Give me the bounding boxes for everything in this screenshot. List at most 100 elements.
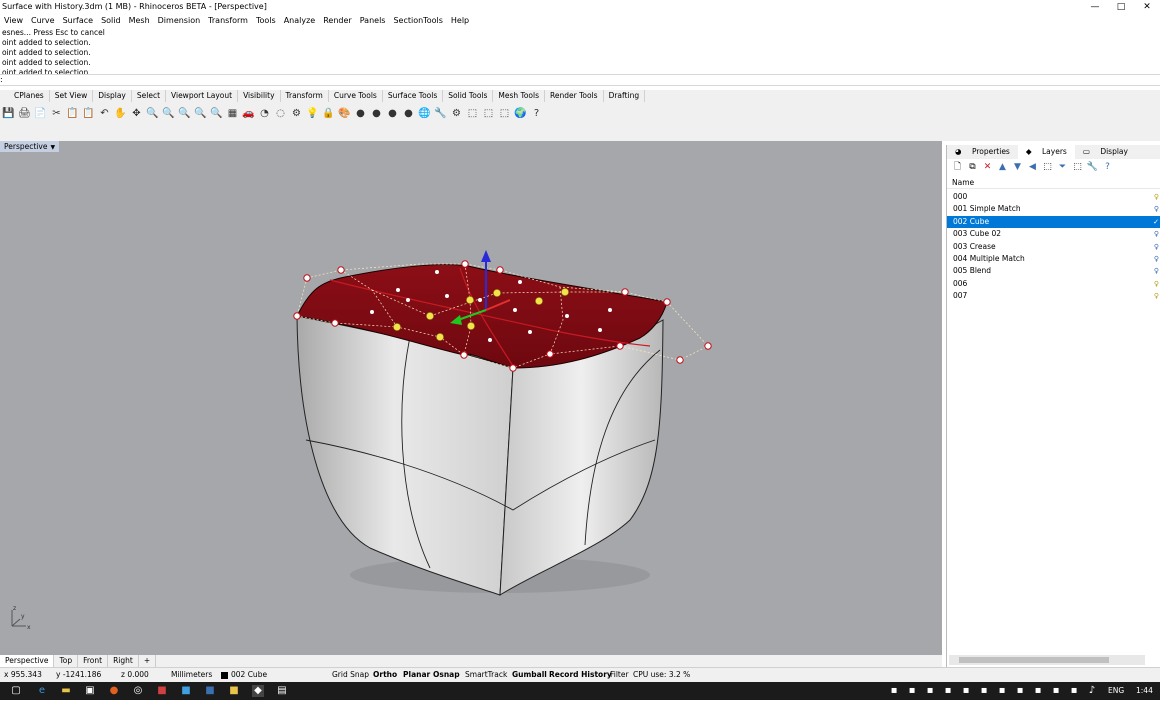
ghosted-icon[interactable]: ● bbox=[402, 107, 415, 120]
app-icon[interactable]: ■ bbox=[204, 685, 216, 697]
tray-icon[interactable]: ▪ bbox=[924, 685, 936, 697]
input-language[interactable]: ENG bbox=[1108, 682, 1124, 700]
add-viewport-icon[interactable]: + bbox=[139, 655, 157, 667]
layer-row[interactable]: 007 ♀ bbox=[947, 290, 1160, 302]
menu-curve[interactable]: Curve bbox=[27, 14, 59, 28]
rhino-icon[interactable]: ◆ bbox=[252, 685, 264, 697]
rendered-icon[interactable]: ● bbox=[370, 107, 383, 120]
app-icon[interactable]: ■ bbox=[156, 685, 168, 697]
tab-visibility[interactable]: Visibility bbox=[238, 90, 281, 102]
save-icon[interactable]: 💾 bbox=[2, 107, 15, 120]
viewport-title[interactable]: Perspective ▼ bbox=[0, 141, 60, 152]
app-icon[interactable]: ■ bbox=[228, 685, 240, 697]
filter-toggle[interactable]: Filter bbox=[610, 668, 629, 682]
perspective-viewport[interactable]: Perspective ▼ x y z bbox=[0, 141, 942, 655]
tray-icon[interactable]: ▪ bbox=[906, 685, 918, 697]
tray-icon[interactable]: ▪ bbox=[1014, 685, 1026, 697]
viewport-layout-icon[interactable]: ▦ bbox=[226, 107, 239, 120]
menu-mesh[interactable]: Mesh bbox=[125, 14, 154, 28]
zoom-extents-icon[interactable]: 🔍 bbox=[178, 107, 191, 120]
bulb-icon[interactable]: ♀ bbox=[1154, 278, 1159, 290]
zoom-icon[interactable]: 🔍 bbox=[146, 107, 159, 120]
menu-transform[interactable]: Transform bbox=[204, 14, 252, 28]
named-view-icon[interactable]: 🚗 bbox=[242, 107, 255, 120]
menu-help[interactable]: Help bbox=[447, 14, 473, 28]
tab-display[interactable]: Display bbox=[93, 90, 132, 102]
file-explorer-icon[interactable]: ▬ bbox=[60, 685, 72, 697]
tab-cplanes[interactable]: CPlanes bbox=[0, 90, 50, 102]
app-icon[interactable]: ■ bbox=[180, 685, 192, 697]
render-icon[interactable]: ● bbox=[386, 107, 399, 120]
tray-icon[interactable]: ▪ bbox=[1050, 685, 1062, 697]
layer-row[interactable]: 006 ♀ bbox=[947, 278, 1160, 290]
current-layer[interactable]: 002 Cube bbox=[221, 668, 267, 682]
layer-row[interactable]: 004 Multiple Match ♀ bbox=[947, 253, 1160, 265]
tray-icon[interactable]: ▪ bbox=[978, 685, 990, 697]
delete-layer-icon[interactable]: ✕ bbox=[981, 162, 994, 172]
tools-icon[interactable]: 🔧 bbox=[434, 107, 447, 120]
bulb-icon[interactable]: ♀ bbox=[1154, 265, 1159, 277]
layer-filter-icon[interactable]: ⬚ bbox=[1041, 162, 1054, 172]
tray-icon[interactable]: ▪ bbox=[1068, 685, 1080, 697]
command-input[interactable]: : bbox=[0, 74, 1160, 86]
tab-display-panel[interactable]: ▭ Display bbox=[1075, 145, 1136, 159]
edge-icon[interactable]: e bbox=[36, 685, 48, 697]
tray-icon[interactable]: ▪ bbox=[888, 685, 900, 697]
tab-surface-tools[interactable]: Surface Tools bbox=[383, 90, 444, 102]
new-sublayer-icon[interactable]: ⧉ bbox=[966, 162, 979, 172]
layer-row[interactable]: 003 Cube 02 ♀ bbox=[947, 228, 1160, 240]
new-icon[interactable]: 📄 bbox=[34, 107, 47, 120]
tab-mesh-tools[interactable]: Mesh Tools bbox=[493, 90, 546, 102]
pan-icon[interactable]: ✋ bbox=[114, 107, 127, 120]
clock[interactable]: 1:44 PM bbox=[1136, 682, 1160, 718]
ortho-toggle[interactable]: Ortho bbox=[373, 668, 397, 682]
minimize-button[interactable]: — bbox=[1082, 0, 1108, 14]
snap-icon[interactable]: ⬚ bbox=[482, 107, 495, 120]
tab-perspective[interactable]: Perspective bbox=[0, 655, 55, 667]
bulb-icon[interactable]: ♀ bbox=[1154, 203, 1159, 215]
scroll-thumb[interactable] bbox=[959, 657, 1109, 663]
tab-viewport-layout[interactable]: Viewport Layout bbox=[166, 90, 239, 102]
bulb-icon[interactable]: ♀ bbox=[1154, 253, 1159, 265]
lock-icon[interactable]: 🔒 bbox=[322, 107, 335, 120]
menu-solid[interactable]: Solid bbox=[97, 14, 125, 28]
layer-row[interactable]: 005 Blend ♀ bbox=[947, 265, 1160, 277]
app-icon[interactable]: ▤ bbox=[276, 685, 288, 697]
help-icon[interactable]: ? bbox=[530, 107, 543, 120]
bulb-icon[interactable]: ♀ bbox=[1154, 228, 1159, 240]
grid-icon[interactable]: ⬚ bbox=[466, 107, 479, 120]
tab-solid-tools[interactable]: Solid Tools bbox=[443, 90, 494, 102]
volume-icon[interactable]: ♪ bbox=[1086, 685, 1098, 697]
app-icon[interactable]: ◎ bbox=[132, 685, 144, 697]
record-history-toggle[interactable]: Record History bbox=[549, 668, 612, 682]
zoom-selected-icon[interactable]: 🔍 bbox=[194, 107, 207, 120]
layer-row[interactable]: 000 ♀ bbox=[947, 191, 1160, 203]
menu-render[interactable]: Render bbox=[319, 14, 355, 28]
filter-icon[interactable]: ⏷ bbox=[1056, 162, 1069, 172]
move-down-icon[interactable]: ▼ bbox=[1011, 162, 1024, 172]
task-view-icon[interactable]: ▢ bbox=[10, 685, 22, 697]
settings-icon[interactable]: ⚙ bbox=[450, 107, 463, 120]
copy-icon[interactable]: 📋 bbox=[66, 107, 79, 120]
zoom-window-icon[interactable]: 🔍 bbox=[162, 107, 175, 120]
layer-row-selected[interactable]: 002 Cube ✓ bbox=[947, 215, 1160, 229]
gumball-toggle[interactable]: Gumball bbox=[512, 668, 547, 682]
panel-horizontal-scrollbar[interactable] bbox=[949, 655, 1145, 665]
osnap-toggle[interactable]: Osnap bbox=[433, 668, 460, 682]
zoom-all-icon[interactable]: 🔍 bbox=[210, 107, 223, 120]
tab-properties[interactable]: ◕ Properties bbox=[947, 145, 1018, 159]
cut-icon[interactable]: ✂ bbox=[50, 107, 63, 120]
tab-select[interactable]: Select bbox=[132, 90, 167, 102]
bulb-icon[interactable]: ♀ bbox=[1154, 290, 1159, 302]
environment-icon[interactable]: 🌐 bbox=[418, 107, 431, 120]
tab-layers[interactable]: ◆ Layers bbox=[1017, 145, 1075, 159]
paste-icon[interactable]: 📋 bbox=[82, 107, 95, 120]
model-scene[interactable] bbox=[0, 141, 942, 655]
options-icon[interactable]: ⚙ bbox=[290, 107, 303, 120]
viewport-menu-caret-icon[interactable]: ▼ bbox=[50, 144, 55, 151]
move-icon[interactable]: ✥ bbox=[130, 107, 143, 120]
menu-tools[interactable]: Tools bbox=[252, 14, 280, 28]
smarttrack-toggle[interactable]: SmartTrack bbox=[465, 668, 507, 682]
light-icon[interactable]: 💡 bbox=[306, 107, 319, 120]
tray-icon[interactable]: ▪ bbox=[960, 685, 972, 697]
